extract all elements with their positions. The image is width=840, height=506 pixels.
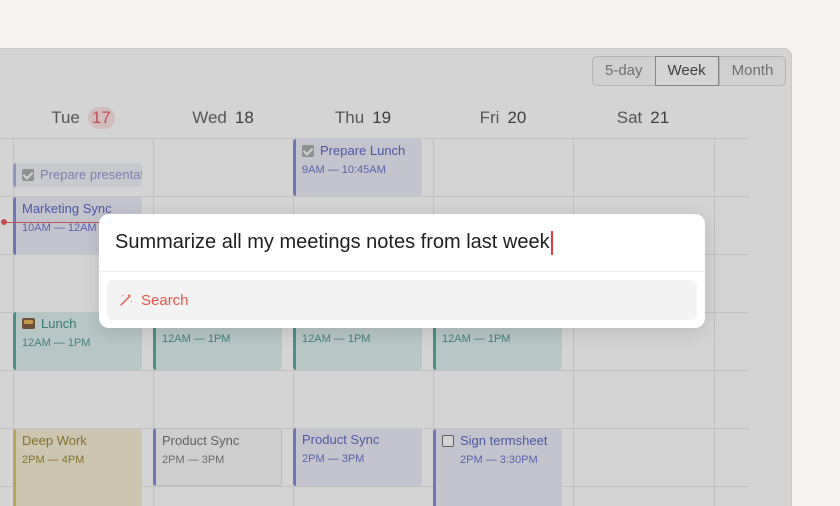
palette-query-text: Summarize all my meetings notes from las… bbox=[115, 231, 550, 253]
command-palette: Summarize all my meetings notes from las… bbox=[99, 214, 705, 328]
search-option[interactable]: Search bbox=[107, 280, 697, 320]
palette-search-input[interactable]: Summarize all my meetings notes from las… bbox=[99, 214, 705, 272]
text-caret bbox=[550, 230, 553, 255]
search-option-label: Search bbox=[141, 291, 189, 309]
magic-wand-icon bbox=[120, 293, 133, 306]
